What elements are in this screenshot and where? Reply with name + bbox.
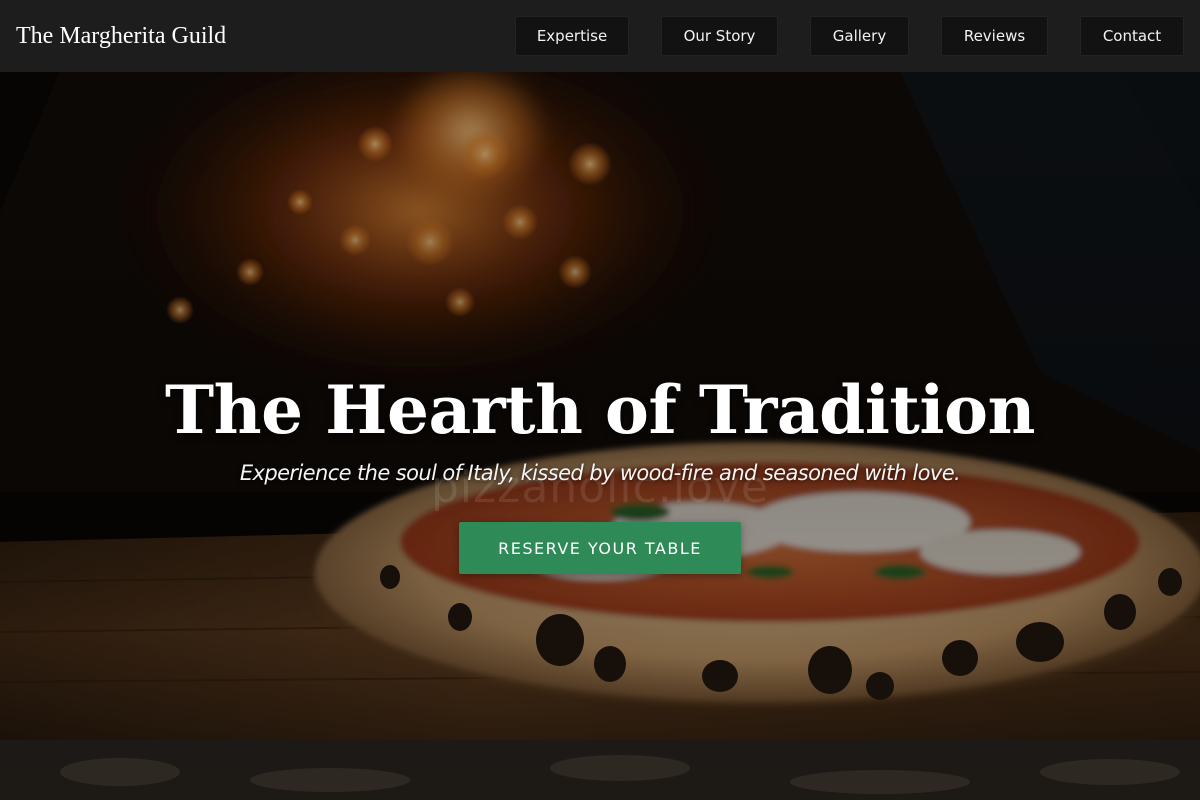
brand-logo-text[interactable]: The Margherita Guild <box>16 20 226 52</box>
reserve-table-button[interactable]: RESERVE YOUR TABLE <box>459 522 741 574</box>
nav-reviews-button[interactable]: Reviews <box>941 16 1048 56</box>
hero-title: The Hearth of Tradition <box>165 371 1035 449</box>
nav-gallery-button[interactable]: Gallery <box>810 16 909 56</box>
nav-our-story-button[interactable]: Our Story <box>661 16 778 56</box>
hero-tagline: Experience the soul of Italy, kissed by … <box>239 461 961 485</box>
hero-section: pizzaholic.love The Hearth of Tradition … <box>0 72 1200 800</box>
site-header: The Margherita Guild Expertise Our Story… <box>0 0 1200 72</box>
nav-contact-button[interactable]: Contact <box>1080 16 1184 56</box>
nav-expertise-button[interactable]: Expertise <box>515 16 629 56</box>
